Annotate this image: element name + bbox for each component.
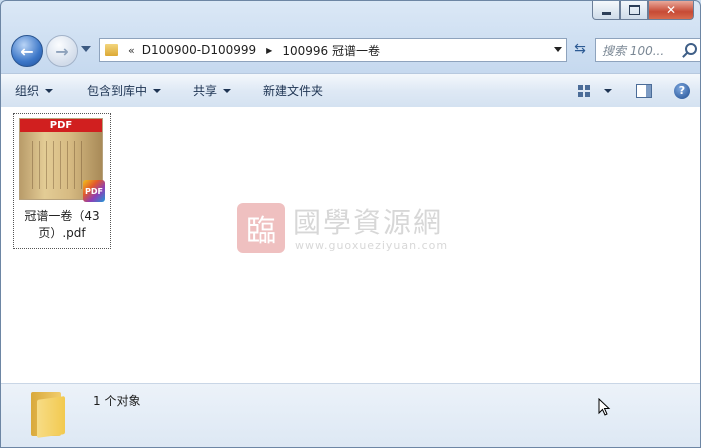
- maximize-button[interactable]: [620, 1, 648, 20]
- change-view-icon[interactable]: [578, 84, 590, 97]
- new-folder-button[interactable]: 新建文件夹: [249, 74, 335, 107]
- chevron-down-icon: [153, 88, 162, 93]
- caption-buttons: ✕: [592, 1, 694, 20]
- share-menu[interactable]: 共享: [179, 74, 243, 107]
- navigation-bar: ← → « D100900-D100999 ▶ 100996 冠谱一卷 ⇆ 搜索…: [11, 34, 700, 68]
- file-name: 冠谱一卷（43 页）.pdf: [14, 208, 110, 242]
- preview-pane-icon[interactable]: [636, 83, 652, 98]
- command-bar: 组织 包含到库中 共享 新建文件夹 ?: [1, 73, 700, 108]
- close-button[interactable]: ✕: [648, 1, 694, 20]
- new-folder-label: 新建文件夹: [263, 84, 324, 98]
- refresh-button[interactable]: ⇆: [569, 38, 591, 60]
- back-button[interactable]: ←: [11, 35, 43, 67]
- address-dropdown[interactable]: [554, 47, 562, 52]
- breadcrumb-chevron-icon[interactable]: ▶: [266, 46, 272, 55]
- file-item[interactable]: PDF PDF 冠谱一卷（43 页）.pdf: [13, 113, 111, 249]
- recent-pages-dropdown[interactable]: [81, 46, 91, 52]
- watermark-title: 國學資源網: [293, 206, 444, 239]
- view-options-dropdown[interactable]: [604, 88, 612, 93]
- folder-icon: [31, 392, 65, 438]
- help-icon[interactable]: ?: [674, 82, 690, 99]
- minimize-button[interactable]: [592, 1, 620, 20]
- details-pane: 1 个对象: [1, 384, 700, 447]
- maximize-icon: [628, 5, 640, 15]
- breadcrumb-overflow[interactable]: «: [128, 44, 135, 57]
- folder-icon: [105, 44, 118, 56]
- thumbnail-banner: PDF: [20, 119, 102, 132]
- watermark-seal: 臨: [237, 203, 285, 253]
- refresh-icon: ⇆: [574, 41, 586, 57]
- share-label: 共享: [193, 84, 218, 98]
- explorer-window: ✕ ← → « D100900-D100999 ▶ 100996 冠谱一卷 ⇆ …: [0, 0, 701, 448]
- search-icon[interactable]: [685, 43, 697, 55]
- close-icon: ✕: [665, 3, 677, 17]
- arrow-right-icon: →: [55, 41, 69, 61]
- address-bar[interactable]: « D100900-D100999 ▶ 100996 冠谱一卷: [99, 38, 567, 62]
- organize-menu[interactable]: 组织: [1, 74, 65, 107]
- thumbnail-page-text: [32, 141, 84, 189]
- file-list-area[interactable]: PDF PDF 冠谱一卷（43 页）.pdf 臨 國學資源網 www.guoxu…: [1, 107, 700, 384]
- mouse-cursor-icon: [598, 398, 611, 416]
- watermark: 臨 國學資源網 www.guoxueziyuan.com: [237, 201, 497, 261]
- organize-label: 组织: [15, 84, 40, 98]
- file-name-line1: 冠谱一卷（43: [24, 209, 100, 223]
- breadcrumb-item-parent[interactable]: D100900-D100999: [142, 43, 256, 57]
- view-controls: ?: [578, 74, 690, 107]
- arrow-left-icon: ←: [20, 41, 34, 61]
- include-in-library-menu[interactable]: 包含到库中: [73, 74, 173, 107]
- pdf-app-icon: PDF: [83, 180, 105, 202]
- watermark-url: www.guoxueziyuan.com: [295, 239, 449, 252]
- search-placeholder: 搜索 100...: [602, 43, 665, 58]
- search-box[interactable]: 搜索 100...: [595, 38, 700, 62]
- forward-button[interactable]: →: [46, 35, 78, 67]
- chevron-down-icon: [223, 88, 232, 93]
- file-name-line2: 页）.pdf: [38, 226, 86, 240]
- chevron-down-icon: [45, 88, 54, 93]
- item-count: 1 个对象: [93, 394, 141, 408]
- minimize-icon: [601, 11, 611, 15]
- breadcrumb-item-current[interactable]: 100996 冠谱一卷: [282, 42, 380, 59]
- include-in-library-label: 包含到库中: [87, 84, 148, 98]
